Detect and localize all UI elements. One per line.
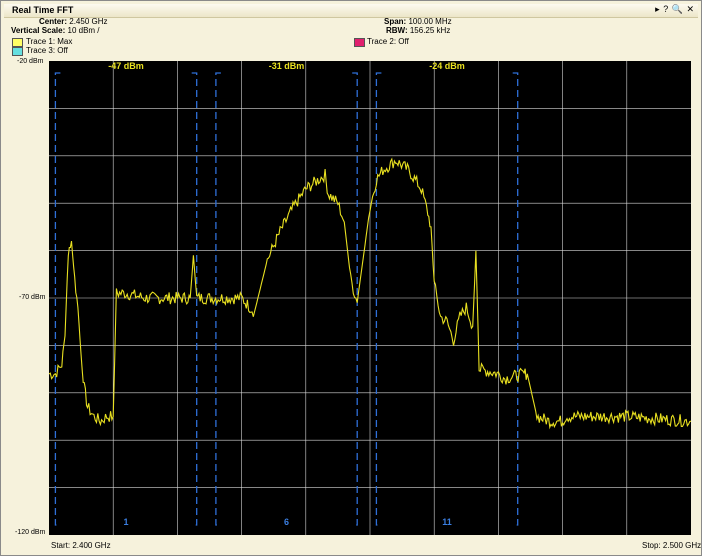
vertical-scale-readout: Vertical Scale: 10 dBm /	[11, 26, 100, 35]
channel-bracket-left	[375, 72, 382, 526]
span-readout: Span: 100.00 MHz	[384, 17, 452, 26]
trace-1-swatch[interactable]	[12, 38, 23, 47]
help-icon[interactable]: ?	[663, 4, 668, 14]
y-axis-top-label: -20 dBm	[17, 58, 44, 65]
center-value: 2.450 GHz	[69, 17, 108, 26]
arrow-right-icon[interactable]: ▸	[655, 4, 660, 14]
channel-bracket-right	[191, 72, 198, 526]
y-axis-bottom-label: -120 dBm	[15, 529, 46, 536]
title-bar: Real Time FFT ▸ ? 🔍 ✕	[4, 4, 698, 18]
channel-peak-label: -31 dBm	[269, 61, 305, 71]
zoom-icon[interactable]: 🔍	[672, 4, 683, 14]
window-title: Real Time FFT	[12, 5, 74, 15]
span-label: Span:	[384, 17, 407, 26]
real-time-fft-window: Real Time FFT ▸ ? 🔍 ✕ Center: 2.450 GHz …	[0, 0, 702, 556]
stop-frequency: Stop: 2.500 GHz	[642, 541, 702, 550]
trace-2-swatch[interactable]	[354, 38, 365, 47]
center-readout: Center: 2.450 GHz	[39, 17, 108, 26]
trace-3-swatch[interactable]	[12, 47, 23, 56]
vertical-scale-label: Vertical Scale:	[11, 26, 66, 35]
channel-bracket-left	[215, 72, 221, 526]
y-axis-mid-label: -70 dBm	[19, 294, 46, 301]
trace-3-label[interactable]: Trace 3: Off	[26, 46, 68, 55]
rbw-value: 156.25 kHz	[409, 26, 451, 35]
center-label: Center:	[39, 17, 68, 26]
channel-peak-label: -47 dBm	[108, 61, 144, 71]
channel-labels: -47 dBm 1 -31 dBm 6 -24 dBm 11	[108, 61, 465, 527]
channel-bracket-right	[512, 72, 519, 526]
rbw-readout: RBW: 156.25 kHz	[386, 26, 450, 35]
span-value: 100.00 MHz	[408, 17, 452, 26]
channel-number-label: 1	[123, 517, 128, 527]
trace-2-label[interactable]: Trace 2: Off	[367, 37, 409, 46]
spectrum-svg: -47 dBm 1 -31 dBm 6 -24 dBm 11	[48, 61, 692, 535]
channel-number-label: 6	[284, 517, 289, 527]
trace-1-label[interactable]: Trace 1: Max	[26, 37, 72, 46]
channel-number-label: 11	[442, 517, 452, 527]
title-bar-icons: ▸ ? 🔍 ✕	[654, 4, 694, 15]
spectrum-plot[interactable]: -47 dBm 1 -31 dBm 6 -24 dBm 11	[48, 61, 692, 535]
channel-brackets	[54, 72, 519, 526]
channel-peak-label: -24 dBm	[429, 61, 465, 71]
vertical-scale-value: 10 dBm /	[67, 26, 100, 35]
rbw-label: RBW:	[386, 26, 408, 35]
start-frequency: Start: 2.400 GHz	[51, 541, 111, 550]
channel-bracket-left	[54, 72, 61, 526]
plot-grid	[49, 61, 691, 535]
close-icon[interactable]: ✕	[686, 4, 694, 14]
